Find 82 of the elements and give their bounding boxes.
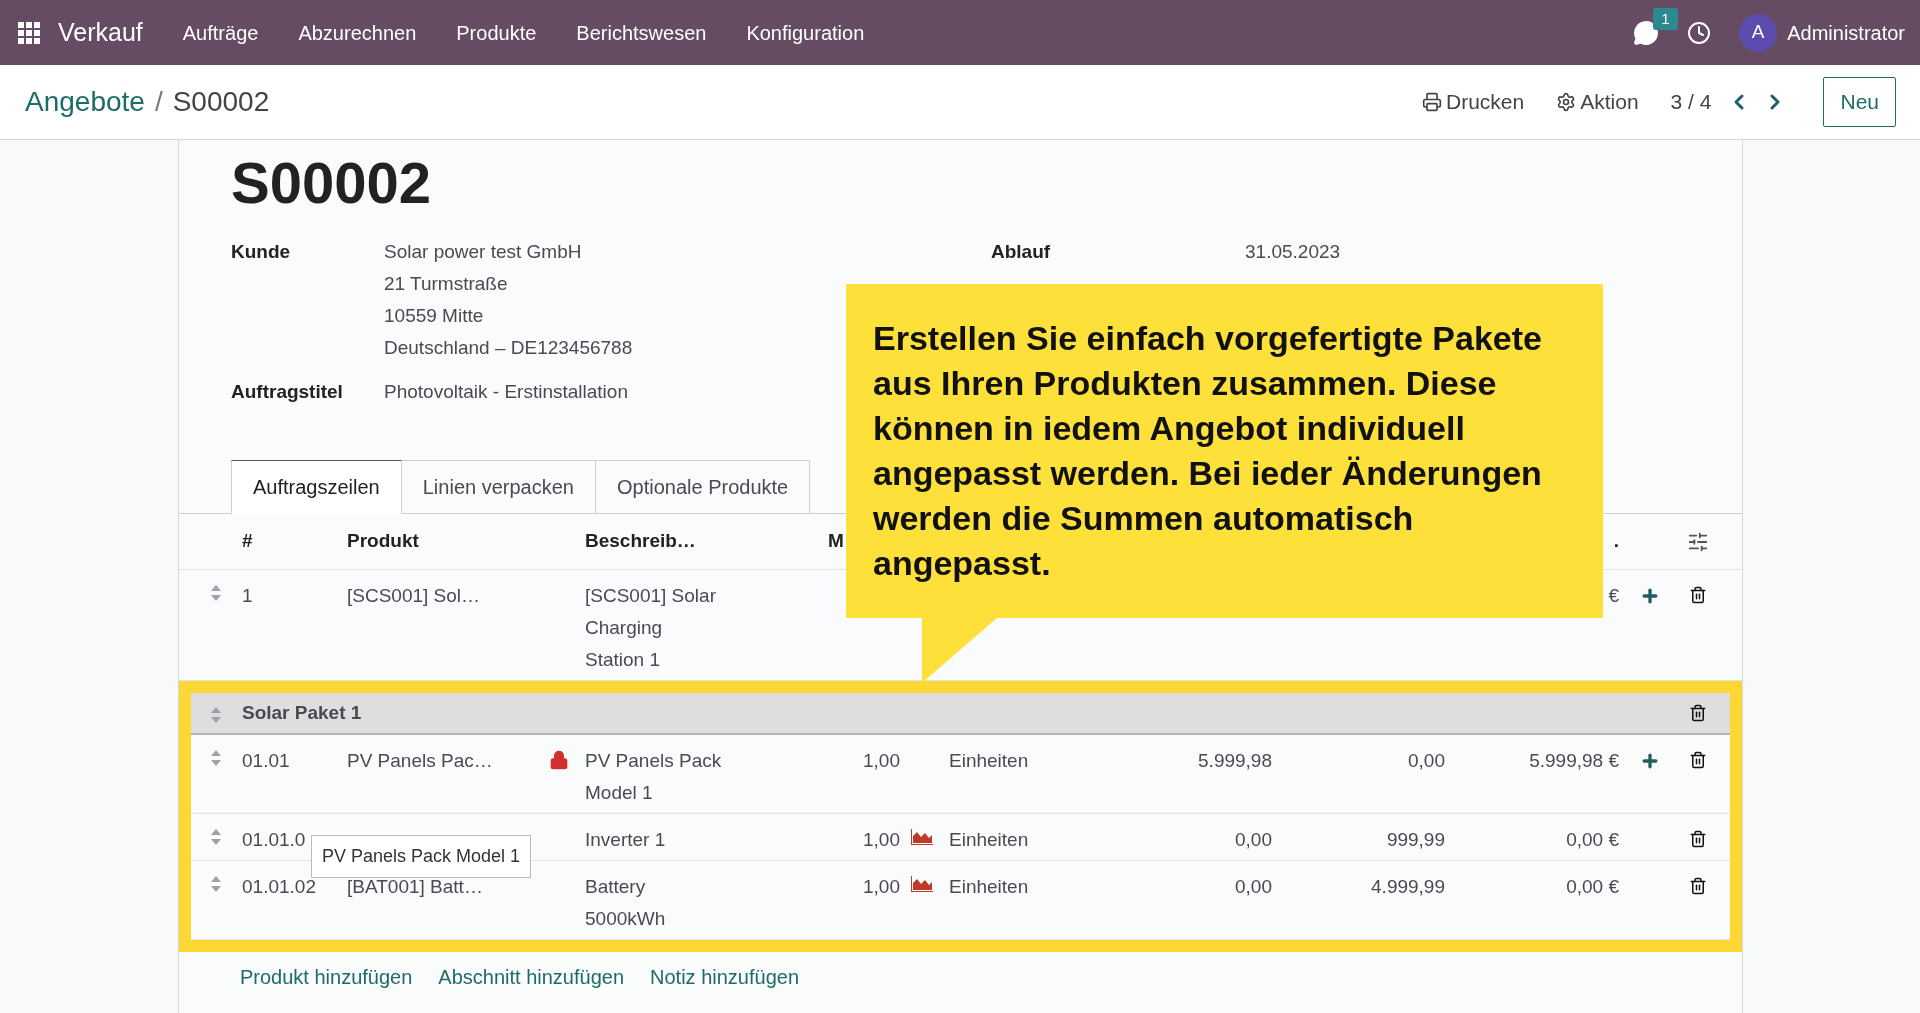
description-text: Inverter 1	[585, 828, 667, 852]
drag-handle-icon[interactable]	[210, 584, 222, 602]
app-name[interactable]: Verkauf	[58, 13, 143, 52]
product-tooltip: PV Panels Pack Model 1	[311, 835, 532, 878]
notification-badge: 1	[1653, 7, 1678, 30]
delete-icon[interactable]	[1688, 830, 1707, 848]
subtotal-value: 0,00 €	[1566, 876, 1619, 897]
user-avatar[interactable]: A	[1739, 13, 1778, 52]
column-settings-icon[interactable]	[1686, 530, 1709, 553]
discount-value: 0,00	[1408, 750, 1445, 771]
unit-price: 0,00	[1235, 876, 1272, 897]
discount-value: 999,99	[1386, 829, 1445, 850]
menu-item[interactable]: Aufträge	[182, 17, 259, 48]
product-name[interactable]: [SCS001] Sol…	[344, 580, 481, 612]
drag-handle-icon[interactable]	[210, 828, 222, 846]
column-header[interactable]: Beschreib…	[581, 527, 828, 556]
quantity-value: 1,00	[863, 750, 900, 771]
tab[interactable]: Linien verpacken	[401, 460, 596, 514]
field-label: Ablauf	[991, 241, 1051, 262]
line-number: 01.01.0	[242, 829, 306, 850]
print-button[interactable]: Drucken	[1422, 86, 1525, 118]
unit-text: Einheiten	[949, 829, 1029, 850]
clock-icon[interactable]	[1687, 20, 1712, 45]
unit-price: 5.999,98	[1198, 750, 1272, 771]
description-text: [SCS001] Solar Charging Station 1	[585, 584, 717, 672]
field-label: Auftragstitel	[231, 380, 344, 404]
line-number: 01.01.02	[242, 876, 316, 897]
callout-tooltip: Erstellen Sie einfach vorgefertigte Pakete aus Ihren Produkten zusammen. Diese können in iedem Angebot individuell angepasst werden. Bei ieder Änderungen werden die Summen automatisch angepasst.	[846, 284, 1603, 618]
settings-icon	[1556, 92, 1577, 112]
drag-handle-icon[interactable]	[210, 875, 222, 893]
section-row[interactable]: Solar Paket 1	[191, 693, 1730, 735]
delete-icon[interactable]	[1688, 586, 1707, 604]
delete-icon[interactable]	[1688, 877, 1707, 895]
add-line-link[interactable]: Abschnitt hinzufügen	[438, 962, 625, 992]
print-icon	[1422, 92, 1442, 112]
line-number: 1	[242, 585, 253, 606]
tab[interactable]: Optionale Produkte	[595, 460, 811, 514]
discount-value: 4.999,99	[1371, 876, 1445, 897]
column-header[interactable]: #	[239, 527, 344, 556]
drag-handle-icon[interactable]	[210, 706, 222, 724]
add-line-link[interactable]: Produkt hinzufügen	[240, 962, 413, 992]
tab[interactable]: Auftragszeilen	[231, 460, 402, 514]
new-button[interactable]: Neu	[1823, 77, 1896, 127]
quantity-value: 1,00	[863, 829, 900, 850]
drag-handle-icon[interactable]	[210, 749, 222, 767]
menu-item[interactable]: Konfiguration	[746, 17, 865, 48]
field-value: Solar power test GmbH 21 Turmstraße 10559 Mitte Deutschland – DE123456788	[384, 240, 633, 360]
section-name: Solar Paket 1	[241, 700, 363, 725]
menu-item[interactable]: Berichtswesen	[576, 17, 707, 48]
column-header[interactable]: Produkt	[344, 527, 581, 556]
record-title: S00002	[231, 149, 432, 217]
app-grid-icon[interactable]	[18, 21, 40, 44]
breadcrumb-current: S00002	[172, 85, 270, 119]
area-chart-icon[interactable]	[910, 828, 934, 846]
breadcrumb-link[interactable]: Angebote	[25, 81, 145, 123]
delete-icon[interactable]	[1688, 751, 1707, 769]
subtotal-value: €	[1608, 585, 1619, 606]
menu-item[interactable]: Produkte	[456, 17, 537, 48]
line-number: 01.01	[242, 750, 290, 771]
delete-icon[interactable]	[1688, 704, 1707, 722]
field-label: Kunde	[231, 240, 292, 264]
field-value: 31.05.2023	[1245, 240, 1341, 264]
chat-icon[interactable]	[1633, 19, 1660, 46]
unit-price: 0,00	[1235, 829, 1272, 850]
unit-text: Einheiten	[949, 876, 1029, 897]
area-chart-icon[interactable]	[910, 875, 934, 893]
product-name[interactable]: PV Panels Pac…	[344, 745, 493, 777]
unit-text: Einheiten	[949, 750, 1029, 771]
description-text: Battery 5000kWh	[585, 875, 667, 931]
column-header[interactable]: M	[828, 530, 844, 552]
user-name[interactable]: Administrator	[1787, 17, 1905, 48]
pager-text: 3 / 4	[1670, 89, 1712, 116]
add-line-link[interactable]: Notiz hinzufügen	[650, 962, 799, 992]
quantity-value: 1,00	[863, 876, 900, 897]
subtotal-value: 0,00 €	[1566, 829, 1619, 850]
subtotal-value: 5.999,98 €	[1529, 750, 1619, 771]
description-text: PV Panels Pack Model 1	[585, 749, 723, 805]
column-header[interactable]: .	[1613, 530, 1619, 552]
field-value: Photovoltaik - Erstinstallation	[384, 380, 628, 404]
breadcrumb-separator: /	[154, 85, 163, 119]
action-button[interactable]: Aktion	[1556, 86, 1639, 118]
menu-item[interactable]: Abzurechnen	[298, 17, 417, 48]
